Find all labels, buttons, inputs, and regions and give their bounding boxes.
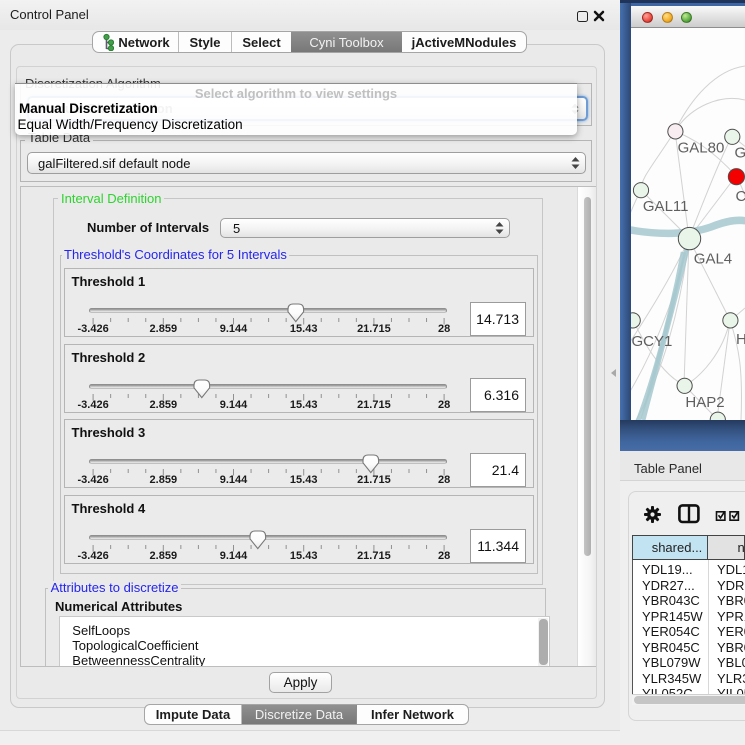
svg-text:H: H [736,331,745,348]
svg-text:GAL4: GAL4 [694,250,732,267]
svg-text:GAL11: GAL11 [643,198,689,215]
svg-text:HAP2: HAP2 [685,394,724,411]
svg-text:GAL80: GAL80 [678,139,725,156]
svg-text:C: C [736,187,745,204]
svg-text:GCY1: GCY1 [632,333,673,350]
svg-text:GA: GA [735,144,745,161]
